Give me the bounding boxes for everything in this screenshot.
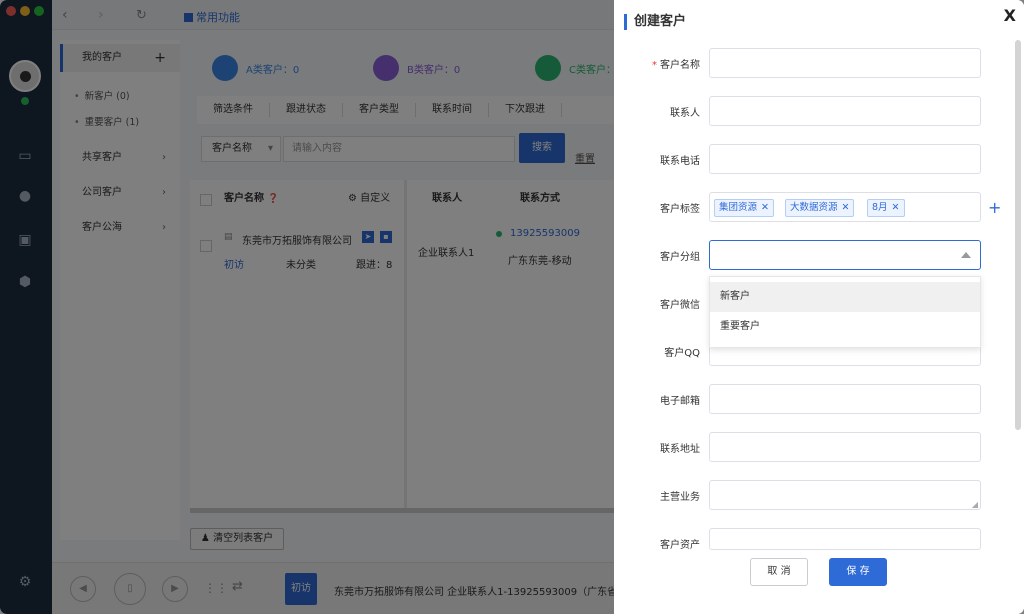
tag-chip: 8月 ✕ bbox=[867, 199, 905, 217]
label-contact: 联系人 bbox=[670, 108, 700, 119]
phone-input[interactable] bbox=[709, 144, 981, 174]
label-wechat: 客户微信 bbox=[660, 300, 700, 311]
drawer-scrollbar[interactable] bbox=[1015, 40, 1021, 430]
create-customer-drawer: 创建客户 X * 客户名称 联系人 联系电话 客户标签 集团资源 ✕ 大数据资源 ✕ … bbox=[614, 0, 1024, 614]
assets-input[interactable] bbox=[709, 528, 981, 550]
address-input[interactable] bbox=[709, 432, 981, 462]
label-business: 主营业务 bbox=[660, 492, 700, 503]
caret-up-icon bbox=[961, 252, 971, 258]
label-assets: 客户资产 bbox=[660, 540, 700, 551]
label-phone: 联系电话 bbox=[660, 156, 700, 167]
label-group: 客户分组 bbox=[660, 252, 700, 263]
label-tags: 客户标签 bbox=[660, 204, 700, 215]
business-textarea[interactable]: ◢ bbox=[709, 480, 981, 510]
modal-backdrop[interactable] bbox=[0, 0, 614, 614]
group-select[interactable] bbox=[709, 240, 981, 270]
contact-input[interactable] bbox=[709, 96, 981, 126]
customer-name-input[interactable] bbox=[709, 48, 981, 78]
drawer-footer bbox=[614, 550, 1024, 614]
option-important-customer[interactable]: 重要客户 bbox=[710, 312, 980, 342]
label-email: 电子邮箱 bbox=[660, 396, 700, 407]
tag-remove-icon[interactable]: ✕ bbox=[842, 202, 850, 213]
cancel-button[interactable]: 取 消 bbox=[750, 558, 808, 586]
tag-chip: 集团资源 ✕ bbox=[714, 199, 774, 217]
tag-remove-icon[interactable]: ✕ bbox=[892, 202, 900, 213]
label-qq: 客户QQ bbox=[664, 348, 700, 359]
app-window: ▭ ● ▣ ⬢ ⚙ ‹ › ↻ 常用功能 我的客户 + 新客户 (0) 重要客户… bbox=[0, 0, 1024, 614]
label-text: 客户名称 bbox=[660, 60, 700, 71]
tag-chip: 大数据资源 ✕ bbox=[785, 199, 855, 217]
option-new-customer[interactable]: 新客户 bbox=[710, 282, 980, 312]
group-dropdown: 新客户 重要客户 bbox=[709, 276, 981, 348]
drawer-title: 创建客户 bbox=[624, 14, 686, 30]
tag-remove-icon[interactable]: ✕ bbox=[761, 202, 769, 213]
resize-handle-icon[interactable]: ◢ bbox=[972, 500, 978, 509]
add-tag-button[interactable]: + bbox=[988, 198, 1001, 217]
tag-label: 集团资源 bbox=[719, 202, 758, 213]
label-address: 联系地址 bbox=[660, 444, 700, 455]
email-input[interactable] bbox=[709, 384, 981, 414]
label-customer-name: * 客户名称 bbox=[634, 56, 700, 71]
close-icon[interactable]: X bbox=[1004, 6, 1016, 25]
tag-label: 8月 bbox=[872, 202, 888, 213]
save-button[interactable]: 保 存 bbox=[829, 558, 887, 586]
tags-input[interactable]: 集团资源 ✕ 大数据资源 ✕ 8月 ✕ bbox=[709, 192, 981, 222]
required-mark: * bbox=[652, 60, 657, 71]
tag-label: 大数据资源 bbox=[790, 202, 838, 213]
